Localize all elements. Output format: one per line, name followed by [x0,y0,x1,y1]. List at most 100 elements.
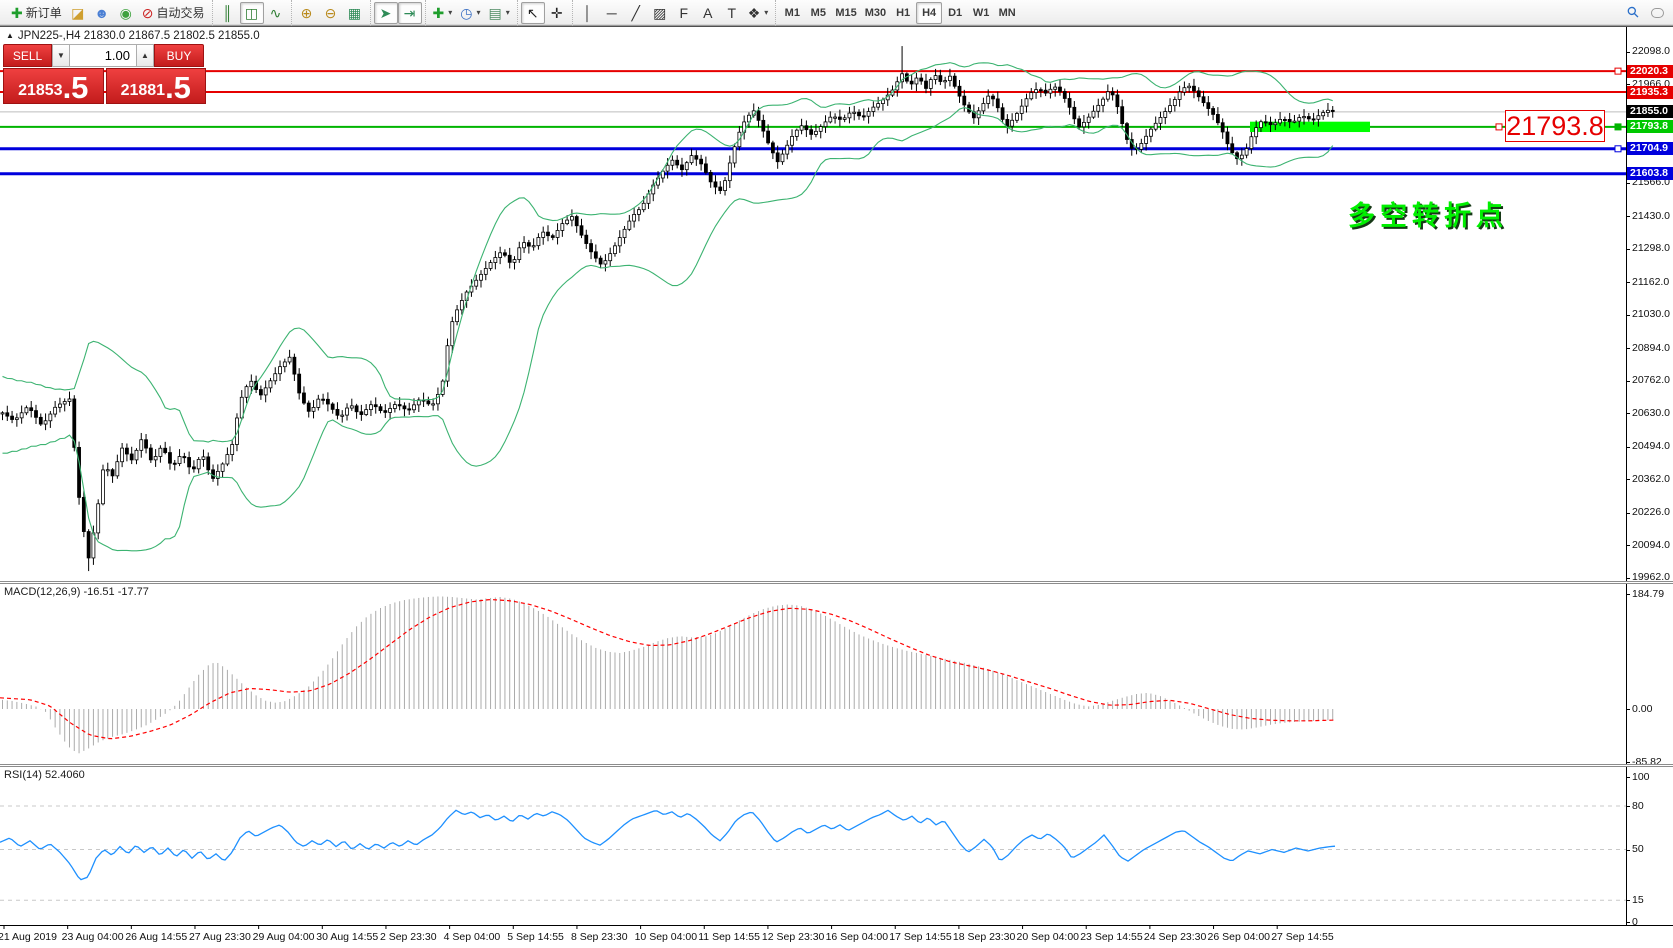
timeframe-W1-button[interactable]: W1 [968,2,994,24]
chevron-down-icon[interactable]: ▾ [476,8,480,17]
toolbar-group: ↖✛ [517,0,572,26]
toolbar-new-order-button[interactable]: ✚新订单 [7,2,66,24]
toolbar-zoom-in-button[interactable]: ⊕ [295,2,319,24]
toolbar-periods-button[interactable]: ◷▾ [456,2,484,24]
price-tick-label: 21298.0 [1632,243,1670,254]
toolbar-vertical-line-button[interactable]: │ [576,2,600,24]
rsi-tick-mark [1626,900,1630,901]
magnifier-glyph: ⚲ [1624,3,1642,21]
buy-price-box[interactable]: 21881.5 [106,68,207,104]
price-tick-label: 20094.0 [1632,540,1670,551]
sell-button[interactable]: SELL [3,44,52,67]
toolbar-templates-button[interactable]: ▤▾ [484,2,513,24]
timeframe-MN-button[interactable]: MN [994,2,1020,24]
fibonacci-icon: F [679,6,688,20]
timeframe-H1-button[interactable]: H1 [890,2,916,24]
toolbar-button-label: 自动交易 [156,4,204,21]
volume-decrease-button[interactable]: ▼ [52,44,70,67]
hline-anchor[interactable] [1615,68,1621,74]
price-tick-mark [1626,413,1630,414]
toolbar-news-button[interactable]: ◉ [114,2,138,24]
toolbar-fibonacci-button[interactable]: F [672,2,696,24]
main-chart-pane[interactable]: ▲JPN225-,H4 21830.0 21867.5 21802.5 2185… [0,27,1673,581]
chevron-down-icon[interactable]: ▾ [764,8,768,17]
timeframe-M15-button[interactable]: M15 [831,2,860,24]
zoom-out-icon: ⊖ [325,6,337,20]
rsi-axis-line [1626,767,1627,925]
timeframe-M1-button[interactable]: M1 [779,2,805,24]
toolbar-chart-shift-button[interactable]: ⇥ [398,2,422,24]
toolbar-cursor-button[interactable]: ↖ [521,2,545,24]
timeframe-D1-button[interactable]: D1 [942,2,968,24]
toolbar-line-chart-button[interactable]: ∿ [264,2,288,24]
toolbar-bar-chart-button[interactable]: ║ [216,2,240,24]
volume-increase-button[interactable]: ▲ [136,44,154,67]
time-label: 8 Sep 23:30 [571,931,628,943]
timeframe-H4-button[interactable]: H4 [916,2,942,24]
toolbar-indicators-button[interactable]: ✚▾ [429,2,457,24]
new-order-icon: ✚ [11,6,23,20]
callout-anchor[interactable] [1496,124,1502,130]
collapse-panel-icon[interactable]: ▲ [6,31,14,40]
toolbar-text-button[interactable]: A [696,2,720,24]
highlight-rectangle[interactable] [1250,122,1370,132]
time-label: 5 Sep 14:55 [507,931,564,943]
time-label: 4 Sep 04:00 [444,931,501,943]
macd-axis-line [1626,584,1627,764]
toolbar-autotrade-button[interactable]: ⊘自动交易 [138,2,209,24]
toolbar-candlestick-chart-button[interactable]: ◫ [240,2,264,24]
bar-chart-icon: ║ [223,6,233,20]
chat-bubble-glyph [1651,8,1664,18]
time-label: 23 Sep 14:55 [1080,931,1142,943]
time-label: 23 Aug 04:00 [62,931,124,943]
price-tick-mark [1626,183,1630,184]
volume-input[interactable] [70,44,136,67]
toolbar-tile-windows-button[interactable]: ▦ [343,2,367,24]
toolbar-crosshair-button[interactable]: ✛ [545,2,569,24]
price-tag-21704.9: 21704.9 [1627,142,1673,155]
hline-anchor[interactable] [1615,124,1621,130]
rsi-axis-label: 50 [1632,844,1644,855]
chevron-down-icon[interactable]: ▾ [448,8,452,17]
search-icon[interactable]: ⚲ [1621,2,1645,24]
rsi-axis-label: 15 [1632,895,1644,906]
price-tick-mark [1626,282,1630,283]
toolbar-zoom-out-button[interactable]: ⊖ [319,2,343,24]
price-callout-box[interactable]: 21793.8 [1505,110,1605,142]
time-label: 29 Aug 04:00 [253,931,315,943]
timeframe-M30-button[interactable]: M30 [861,2,890,24]
sell-price-box[interactable]: 21853.5 [3,68,104,104]
macd-axis-label: -85.82 [1632,757,1662,764]
toolbar-text-label-button[interactable]: T [720,2,744,24]
toolbar-profile-button[interactable]: ☻ [90,2,114,24]
symbol-title: ▲JPN225-,H4 21830.0 21867.5 21802.5 2185… [6,30,260,42]
toolbar-auto-scroll-button[interactable]: ➤ [374,2,398,24]
toolbar-eraser-button[interactable]: ◪ [66,2,90,24]
time-label: 11 Sep 14:55 [698,931,760,943]
macd-pane[interactable]: MACD(12,26,9) -16.51 -17.77 184.790.00-8… [0,584,1673,764]
hline-anchor[interactable] [1615,146,1621,152]
price-tag-22020.3: 22020.3 [1627,65,1673,78]
profile-icon: ☻ [94,6,109,20]
chevron-down-icon[interactable]: ▾ [506,8,510,17]
price-tick-label: 22098.0 [1632,46,1670,57]
bollinger-bands [3,63,1333,551]
price-tick-mark [1626,249,1630,250]
toolbar-equidistant-channel-button[interactable]: ▨ [648,2,672,24]
toolbar-horizontal-line-button[interactable]: ─ [600,2,624,24]
chinese-annotation[interactable]: 多空转折点 [1348,194,1508,233]
toolbar-trendline-button[interactable]: ╱ [624,2,648,24]
toolbar-group: ➤⇥ [370,0,425,26]
price-tick-mark [1626,479,1630,480]
buy-button[interactable]: BUY [154,44,204,67]
chat-icon[interactable] [1645,2,1669,24]
rsi-pane[interactable]: RSI(14) 52.4060 1008050150 [0,767,1673,925]
timeframe-group: M1M5M15M30H1H4D1W1MN [775,0,1023,26]
toolbar-group: │─╱▨ FAT❖▾ [572,0,776,26]
price-tag-21793.8: 21793.8 [1627,120,1673,133]
toolbar-shapes-button[interactable]: ❖▾ [744,2,773,24]
rsi-tick-mark [1626,777,1630,778]
time-axis[interactable]: 21 Aug 201923 Aug 04:0026 Aug 14:5527 Au… [0,925,1673,948]
timeframe-M5-button[interactable]: M5 [805,2,831,24]
one-click-trading-panel: SELL ▼ ▲ BUY 21853.5 21881.5 [3,44,206,104]
